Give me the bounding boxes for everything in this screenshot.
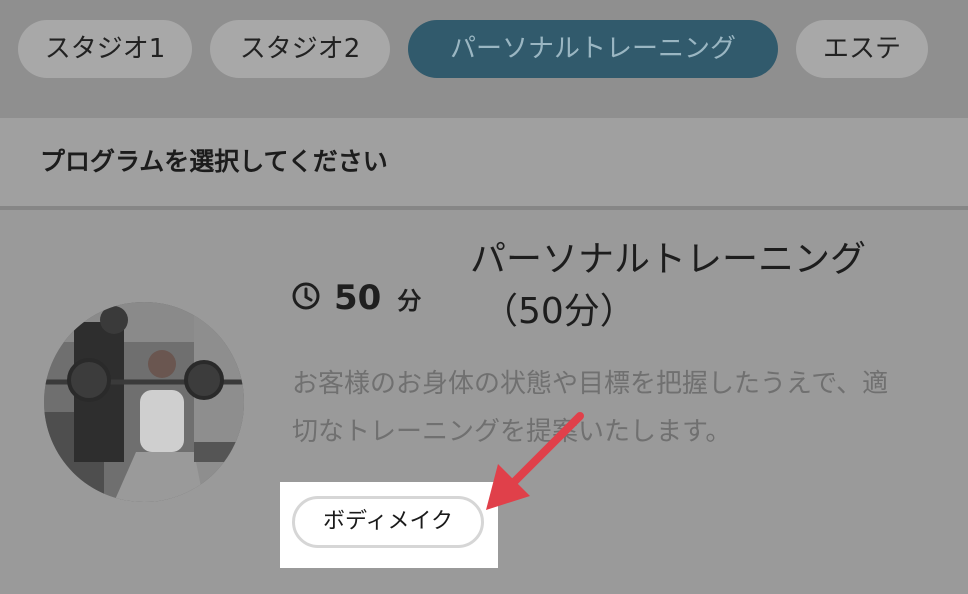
category-tabs-bar: スタジオ1 スタジオ2 パーソナルトレーニング エステ: [0, 0, 968, 118]
program-image: [44, 302, 244, 502]
duration-unit: 分: [397, 286, 422, 315]
program-title: パーソナルトレーニング （50分）: [470, 234, 940, 338]
tab-esthetic[interactable]: エステ: [796, 20, 928, 78]
body-make-tag[interactable]: ボディメイク: [292, 496, 484, 548]
program-description: お客様のお身体の状態や目標を把握したうえで、適切なトレーニングを提案いたします。: [292, 369, 889, 447]
annotation-arrow-icon: [486, 412, 584, 510]
tab-studio-2[interactable]: スタジオ2: [210, 20, 390, 78]
program-card[interactable]: 50 分 パーソナルトレーニング （50分） お客様のお身体の状態や目標を把握し…: [0, 210, 968, 594]
training-photo-illustration: [44, 302, 244, 502]
duration-value: 50: [334, 278, 382, 318]
program-title-line-2: （50分）: [482, 291, 636, 332]
section-header: プログラムを選択してください: [0, 118, 968, 210]
duration: 50 分: [290, 278, 421, 318]
section-title: プログラムを選択してください: [40, 147, 388, 176]
tag-highlight-box: ボディメイク: [280, 482, 498, 568]
tab-personal-training[interactable]: パーソナルトレーニング: [408, 20, 778, 78]
clock-icon: [290, 280, 322, 316]
program-title-line-1: パーソナルトレーニング: [470, 239, 867, 280]
tab-studio-1[interactable]: スタジオ1: [18, 20, 192, 78]
